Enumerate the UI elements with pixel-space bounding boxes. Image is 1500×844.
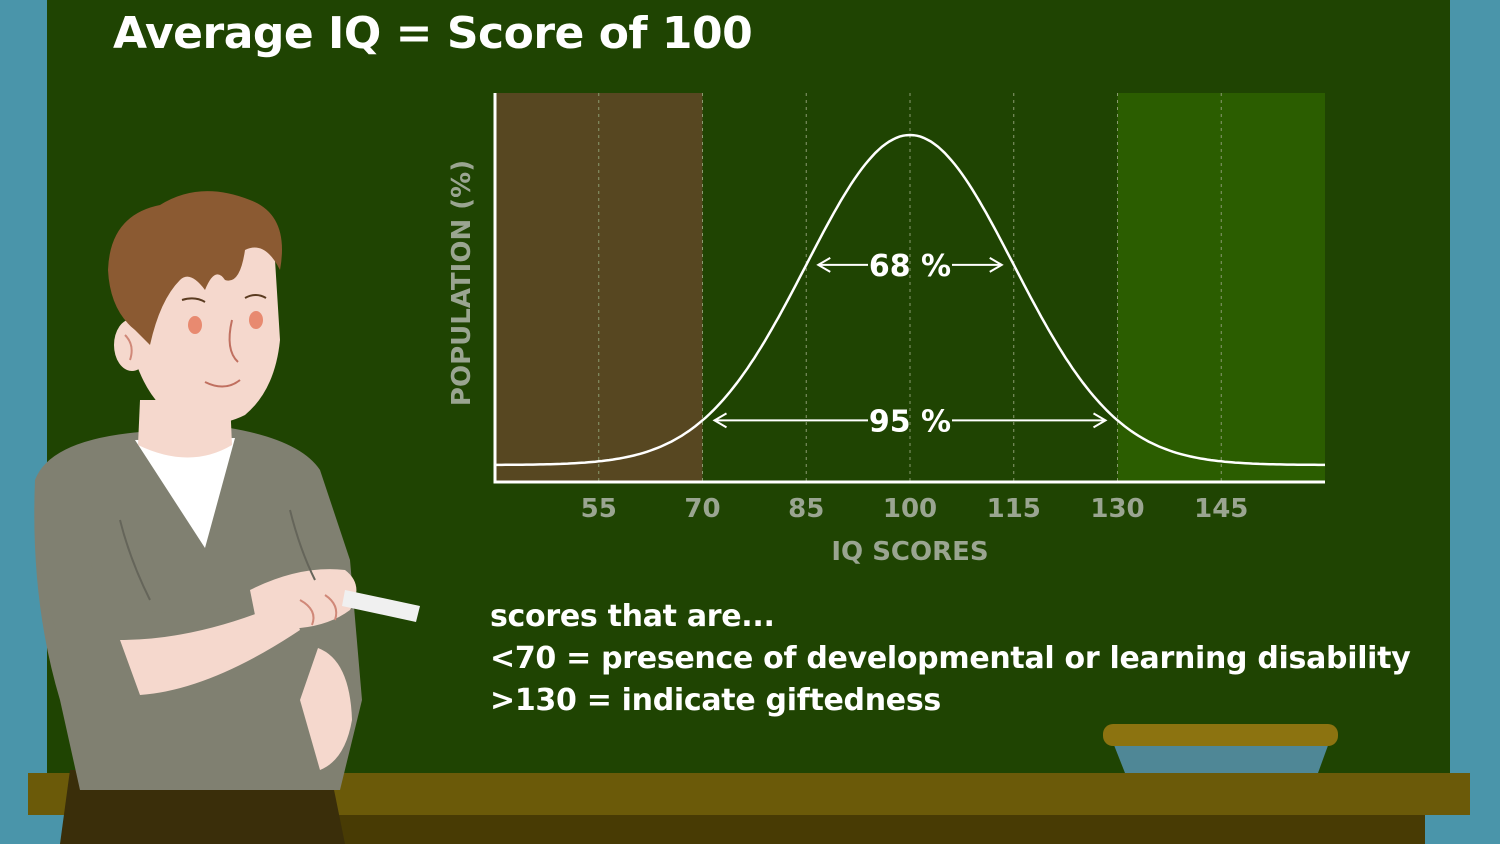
- teacher-illustration: [34, 191, 420, 844]
